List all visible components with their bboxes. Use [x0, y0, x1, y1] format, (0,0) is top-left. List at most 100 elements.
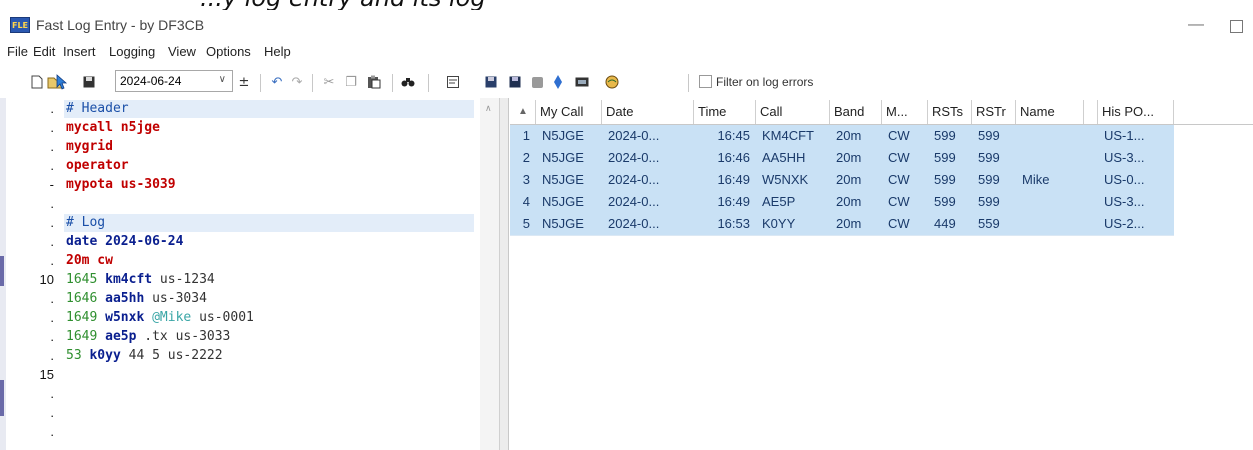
cell-name[interactable]: [1016, 191, 1084, 213]
cell-time[interactable]: 16:53: [694, 213, 756, 235]
cell-name[interactable]: [1016, 125, 1084, 147]
pane-splitter[interactable]: [499, 98, 509, 450]
edit-icon[interactable]: [446, 74, 460, 90]
diamond-icon[interactable]: [552, 74, 564, 90]
cell-my-call[interactable]: N5JGE: [536, 191, 602, 213]
cell-call[interactable]: W5NXK: [756, 169, 830, 191]
cell-my-call[interactable]: N5JGE: [536, 125, 602, 147]
filter-errors-checkbox[interactable]: [699, 75, 712, 88]
paste-icon[interactable]: [366, 74, 382, 90]
editor-line[interactable]: - mypota us-3039: [0, 176, 474, 194]
sort-indicator[interactable]: ▲: [510, 100, 536, 124]
column-header-rsts[interactable]: RSTs: [928, 100, 972, 124]
editor-line[interactable]: . 53 k0yy 44 5 us-2222: [0, 347, 474, 365]
minimize-button[interactable]: —: [1188, 16, 1204, 34]
cell-band[interactable]: 20m: [830, 147, 882, 169]
editor-line[interactable]: .: [0, 385, 474, 403]
cell-mode[interactable]: CW: [882, 169, 928, 191]
cell-blank[interactable]: [1084, 213, 1098, 235]
cell-blank[interactable]: [1084, 147, 1098, 169]
table-row[interactable]: 5 N5JGE 2024-0... 16:53 K0YY 20m CW 449 559 US-2.…: [510, 213, 1174, 236]
cell-mode[interactable]: CW: [882, 213, 928, 235]
editor-line[interactable]: . 1649 ae5p .tx us-3033: [0, 328, 474, 346]
cell-his-pota[interactable]: US-1...: [1098, 125, 1174, 147]
table-row[interactable]: 4 N5JGE 2024-0... 16:49 AE5P 20m CW 599 599 US-3.…: [510, 191, 1174, 214]
editor-line[interactable]: . mycall n5jge: [0, 119, 474, 137]
cell-call[interactable]: K0YY: [756, 213, 830, 235]
maximize-button[interactable]: [1230, 20, 1243, 33]
column-header-his-pota[interactable]: His PO...: [1098, 100, 1174, 124]
cell-rsts[interactable]: 599: [928, 169, 972, 191]
cell-time[interactable]: 16:49: [694, 169, 756, 191]
cell-call[interactable]: AA5HH: [756, 147, 830, 169]
table-row[interactable]: 2 N5JGE 2024-0... 16:46 AA5HH 20m CW 599 599 US-3…: [510, 147, 1174, 170]
cell-time[interactable]: 16:46: [694, 147, 756, 169]
log-editor[interactable]: . # Header. mycall n5jge. mygrid. operator - m…: [0, 98, 480, 450]
cell-date[interactable]: 2024-0...: [602, 147, 694, 169]
cell-band[interactable]: 20m: [830, 169, 882, 191]
stop-icon[interactable]: [530, 74, 544, 90]
cell-mode[interactable]: CW: [882, 191, 928, 213]
table-row[interactable]: 1 N5JGE 2024-0... 16:45 KM4CFT 20m CW 599 599 US-…: [510, 125, 1174, 148]
editor-line[interactable]: . mygrid: [0, 138, 474, 156]
editor-line[interactable]: .: [0, 195, 474, 213]
cell-date[interactable]: 2024-0...: [602, 213, 694, 235]
cell-his-pota[interactable]: US-3...: [1098, 191, 1174, 213]
table-row[interactable]: 3 N5JGE 2024-0... 16:49 W5NXK 20m CW 599 599 Mike…: [510, 169, 1174, 192]
cell-call[interactable]: KM4CFT: [756, 125, 830, 147]
menu-logging[interactable]: Logging: [109, 44, 155, 59]
cell-row-number[interactable]: 2: [510, 147, 536, 169]
menu-options[interactable]: Options: [206, 44, 251, 59]
cell-blank[interactable]: [1084, 169, 1098, 191]
editor-line[interactable]: . date 2024-06-24: [0, 233, 474, 251]
scroll-up-icon[interactable]: ∧: [485, 104, 492, 114]
cell-his-pota[interactable]: US-0...: [1098, 169, 1174, 191]
editor-line[interactable]: 10 1645 km4cft us-1234: [0, 271, 474, 289]
cut-icon[interactable]: ✂: [322, 74, 336, 90]
new-icon[interactable]: [30, 74, 44, 90]
cell-rstr[interactable]: 599: [972, 169, 1016, 191]
editor-line[interactable]: .: [0, 423, 474, 441]
cell-rstr[interactable]: 599: [972, 191, 1016, 213]
menu-edit[interactable]: Edit: [33, 44, 55, 59]
menu-insert[interactable]: Insert: [63, 44, 96, 59]
menu-help[interactable]: Help: [264, 44, 291, 59]
cell-rstr[interactable]: 559: [972, 213, 1016, 235]
undo-icon[interactable]: ↶: [270, 74, 284, 90]
open-icon[interactable]: [46, 74, 70, 90]
cell-row-number[interactable]: 1: [510, 125, 536, 147]
editor-line[interactable]: . 20m cw: [0, 252, 474, 270]
cell-my-call[interactable]: N5JGE: [536, 147, 602, 169]
cell-rsts[interactable]: 449: [928, 213, 972, 235]
column-header-band[interactable]: Band: [830, 100, 882, 124]
save-icon[interactable]: [82, 74, 96, 90]
cell-date[interactable]: 2024-0...: [602, 169, 694, 191]
menu-file[interactable]: File: [7, 44, 28, 59]
save-adi-icon[interactable]: [484, 74, 498, 90]
editor-line[interactable]: .: [0, 404, 474, 422]
cell-rstr[interactable]: 599: [972, 147, 1016, 169]
date-picker[interactable]: 2024-06-24 ∨: [115, 70, 233, 92]
date-step-icon[interactable]: ±: [238, 74, 250, 90]
cell-blank[interactable]: [1084, 125, 1098, 147]
copy-icon[interactable]: ❐: [344, 74, 358, 90]
editor-line[interactable]: . operator: [0, 157, 474, 175]
cell-band[interactable]: 20m: [830, 213, 882, 235]
cell-row-number[interactable]: 5: [510, 213, 536, 235]
cell-rsts[interactable]: 599: [928, 191, 972, 213]
cell-date[interactable]: 2024-0...: [602, 125, 694, 147]
cell-rsts[interactable]: 599: [928, 125, 972, 147]
chevron-down-icon[interactable]: ∨: [219, 74, 226, 85]
column-header-call[interactable]: Call: [756, 100, 830, 124]
cell-mode[interactable]: CW: [882, 147, 928, 169]
cell-time[interactable]: 16:45: [694, 125, 756, 147]
cell-rsts[interactable]: 599: [928, 147, 972, 169]
cell-band[interactable]: 20m: [830, 125, 882, 147]
cell-name[interactable]: [1016, 147, 1084, 169]
cell-name[interactable]: Mike: [1016, 169, 1084, 191]
editor-scrollbar[interactable]: ∧: [480, 98, 499, 450]
cell-rstr[interactable]: 599: [972, 125, 1016, 147]
editor-line[interactable]: 15: [0, 366, 474, 384]
column-header-name[interactable]: Name: [1016, 100, 1084, 124]
cell-date[interactable]: 2024-0...: [602, 191, 694, 213]
